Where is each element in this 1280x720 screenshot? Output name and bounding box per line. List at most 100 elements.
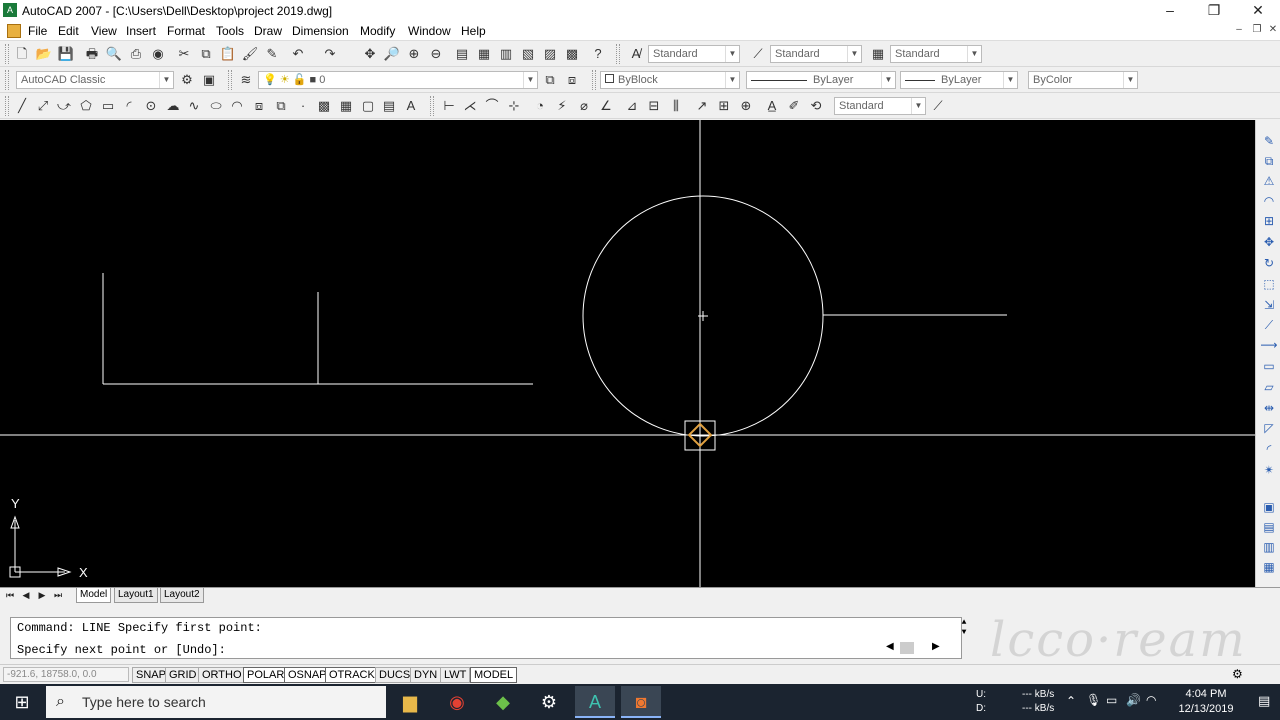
region-icon[interactable]: ▢ [358,96,378,116]
ordinate-dimension-icon[interactable]: ⊹ [504,96,524,116]
revision-cloud-icon[interactable]: ☁ [163,96,183,116]
table-style-icon[interactable]: ▦ [868,44,888,64]
volume-icon[interactable]: 🔊 [1126,693,1141,707]
last-tab-icon[interactable]: ⏭ [50,589,66,602]
scroll-left-icon[interactable]: ◀ [886,641,894,652]
save-icon[interactable]: 💾 [56,44,76,64]
dimension-text-edit-icon[interactable]: ✐ [784,96,804,116]
angular-dimension-icon[interactable]: ∠ [596,96,616,116]
tolerance-icon[interactable]: ⊞ [714,96,734,116]
color-control-dropdown[interactable]: ByBlock ▼ [600,71,740,89]
dimension-style-dropdown[interactable]: Standard ▼ [834,97,926,115]
minimize-button[interactable]: – [1148,0,1192,21]
stretch-icon[interactable]: ⇲ [1260,296,1278,314]
notification-icon[interactable]: ▤ [1258,693,1270,709]
toolbar-grip[interactable] [592,70,596,90]
zoom-previous-icon[interactable]: ⊖ [426,44,446,64]
offset-icon[interactable]: ◠ [1260,192,1278,210]
prev-tab-icon[interactable]: ◀ [18,589,34,602]
file-explorer-icon[interactable]: ▆ [390,686,430,718]
match-properties-icon[interactable]: 🖌 [240,44,260,64]
document-icon[interactable] [7,24,21,38]
gradient-icon[interactable]: ▦ [336,96,356,116]
aligned-dimension-icon[interactable]: ⋌ [460,96,480,116]
menu-format[interactable]: Format [167,24,205,38]
scale-icon[interactable]: ⬚ [1260,275,1278,293]
text-above-icon[interactable]: ▦ [1260,558,1278,576]
table-icon[interactable]: ▤ [379,96,399,116]
chamfer-icon[interactable]: ◸ [1260,419,1278,437]
tray-chevron-up-icon[interactable]: ⌃ [1066,694,1076,708]
properties-icon[interactable]: ▤ [452,44,472,64]
scroll-thumb[interactable] [900,642,914,654]
toolbar-grip[interactable] [616,44,620,64]
polygon-icon[interactable]: ⬠ [76,96,96,116]
menu-help[interactable]: Help [461,24,486,38]
autocad-taskbar-icon[interactable]: A [575,686,615,718]
battery-icon[interactable]: ▭ [1106,693,1117,707]
menu-modify[interactable]: Modify [360,24,395,38]
table-style-dropdown[interactable]: Standard ▼ [890,45,982,63]
calculator-icon[interactable]: ▩ [562,44,582,64]
point-icon[interactable]: · [293,96,313,116]
paste-icon[interactable]: 📋 [218,44,238,64]
quick-dimension-icon[interactable]: ⊿ [622,96,642,116]
tool-palettes-icon[interactable]: ▥ [496,44,516,64]
diameter-dimension-icon[interactable]: ⌀ [574,96,594,116]
my-workspace-icon[interactable]: ▣ [199,70,219,90]
redo-icon[interactable]: ↷ [320,44,340,64]
polar-toggle[interactable]: POLAR [243,667,289,683]
array-icon[interactable]: ⊞ [1260,212,1278,230]
windows-start-icon[interactable]: ⊞ [0,684,44,720]
tab-model[interactable]: Model [76,588,112,603]
mdi-minimize-button[interactable]: – [1230,24,1248,38]
mirror-icon[interactable]: ⚠ [1260,172,1278,190]
jogged-dimension-icon[interactable]: ⚡ [552,96,572,116]
app-green-icon[interactable]: ◆ [483,686,523,718]
toolbar-grip[interactable] [228,70,232,90]
menu-view[interactable]: View [91,24,117,38]
center-mark-icon[interactable]: ⊕ [736,96,756,116]
break-at-point-icon[interactable]: ▭ [1260,357,1278,375]
dimension-update-icon[interactable]: ⟲ [806,96,826,116]
zoom-realtime-icon[interactable]: 🔎 [382,44,402,64]
join-icon[interactable]: ⇹ [1260,399,1278,417]
spline-icon[interactable]: ∿ [184,96,204,116]
bring-forward-icon[interactable]: ▤ [1260,518,1278,536]
mdi-close-button[interactable]: ✕ [1264,24,1280,38]
ellipse-arc-icon[interactable]: ◠ [227,96,247,116]
make-block-icon[interactable]: ⧉ [271,96,291,116]
menu-dimension[interactable]: Dimension [292,24,349,38]
plot-preview-icon[interactable]: 🔍 [104,44,124,64]
menu-draw[interactable]: Draw [254,24,282,38]
multiline-text-icon[interactable]: A [401,96,421,116]
design-center-icon[interactable]: ▦ [474,44,494,64]
toolbar-grip[interactable] [5,44,9,64]
next-tab-icon[interactable]: ▶ [34,589,50,602]
workspace-dropdown[interactable]: AutoCAD Classic ▼ [16,71,174,89]
continue-dimension-icon[interactable]: ⫼ [666,96,686,116]
toolbar-grip[interactable] [5,70,9,90]
taskbar-clock[interactable]: 4:04 PM 12/13/2019 [1166,687,1246,717]
menu-file[interactable]: File [28,24,47,38]
3d-dwf-icon[interactable]: ◉ [148,44,168,64]
layer-dropdown[interactable]: 💡 ☀ 🔓 ■ 0 ▼ [258,71,538,89]
break-icon[interactable]: ▱ [1260,378,1278,396]
command-window[interactable]: Command: LINE Specify first point: Speci… [10,617,966,659]
ellipse-icon[interactable]: ⬭ [206,96,226,116]
layer-previous-icon[interactable]: ⧈ [562,70,582,90]
open-icon[interactable]: 📂 [34,44,54,64]
dimension-style-manager-icon[interactable]: ⟋ [928,96,948,116]
cut-icon[interactable]: ✂ [174,44,194,64]
help-icon[interactable]: ? [588,44,608,64]
circle-icon[interactable]: ⊙ [141,96,161,116]
hatch-icon[interactable]: ▩ [314,96,334,116]
line-icon[interactable]: ╱ [12,96,32,116]
block-editor-icon[interactable]: ✎ [262,44,282,64]
make-object-layer-current-icon[interactable]: ⧉ [540,70,560,90]
copy-object-icon[interactable]: ⧉ [1260,152,1278,170]
osnap-toggle[interactable]: OSNAP [284,667,331,683]
grid-toggle[interactable]: GRID [165,667,201,683]
lineweight-control-dropdown[interactable]: ByLayer ▼ [900,71,1018,89]
new-icon[interactable]: 🗋 [12,44,32,64]
